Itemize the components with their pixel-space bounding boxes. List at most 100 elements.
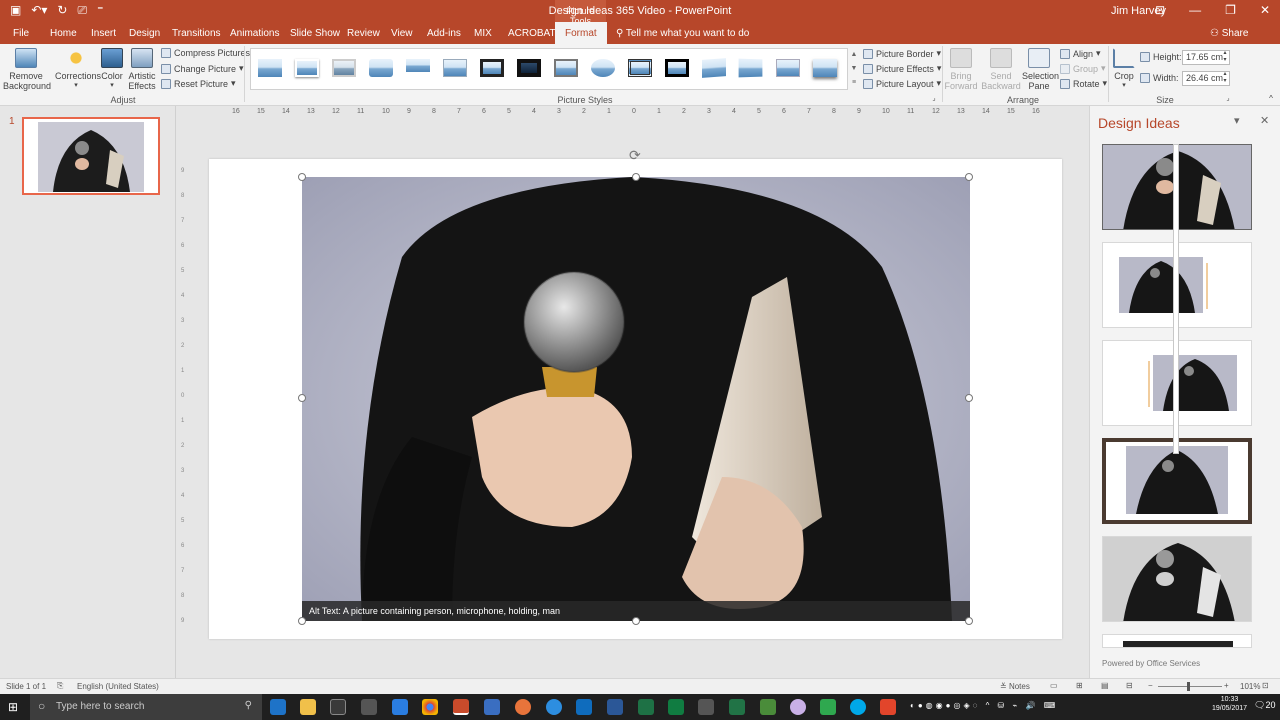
gallery-scroll[interactable]: ▲ ▼ ≡ <box>849 48 859 90</box>
share-button[interactable]: ⚇ Share <box>1210 28 1248 39</box>
more-styles-icon[interactable]: ≡ <box>849 76 859 90</box>
slide-show-view-icon[interactable]: ⊟ <box>1126 681 1133 690</box>
tab-transitions[interactable]: Transitions <box>172 28 221 39</box>
resize-handle-bottom[interactable] <box>632 617 640 625</box>
action-center-icon[interactable]: 🗨20 <box>1254 700 1275 711</box>
app-icon-3[interactable] <box>546 699 562 715</box>
resize-handle-bottom-right[interactable] <box>965 617 973 625</box>
picture-border-button[interactable]: Picture Border ▾ <box>863 48 941 59</box>
customize-qat-icon[interactable]: ⁼ <box>97 3 103 18</box>
send-backward-button[interactable]: Send Backward <box>980 48 1022 91</box>
design-pane-scrollbar[interactable] <box>1173 138 1179 644</box>
remove-background-button[interactable]: Remove Background <box>3 48 51 91</box>
picture-style-16[interactable] <box>810 56 840 80</box>
start-from-beginning-icon[interactable]: ⎚ <box>77 3 87 18</box>
change-picture-button[interactable]: Change Picture ▾ <box>161 63 244 74</box>
picture-style-6[interactable] <box>440 56 470 80</box>
fit-to-window-icon[interactable]: ⊡ <box>1262 681 1269 690</box>
clock[interactable]: 10:33 19/05/2017 <box>1212 695 1247 713</box>
chrome-icon[interactable] <box>422 699 438 715</box>
tab-view[interactable]: View <box>391 28 413 39</box>
file-explorer-icon[interactable] <box>300 699 316 715</box>
zoom-level[interactable]: 101% <box>1240 682 1260 691</box>
picture-style-15[interactable] <box>773 56 803 80</box>
width-spinner[interactable]: ▴ ▾ <box>1222 71 1228 85</box>
normal-view-icon[interactable]: ▭ <box>1050 681 1058 690</box>
size-launcher-icon[interactable]: ⌟ <box>1224 94 1232 104</box>
zoom-in-icon[interactable]: + <box>1224 681 1229 690</box>
compress-pictures-button[interactable]: Compress Pictures <box>161 48 250 58</box>
camtasia-icon[interactable] <box>820 699 836 715</box>
app-icon-6[interactable] <box>790 699 806 715</box>
artistic-effects-button[interactable]: Artistic Effects <box>126 48 158 91</box>
tab-format[interactable]: Format <box>555 22 607 44</box>
slide-picture[interactable] <box>302 177 970 621</box>
picture-style-7[interactable] <box>477 56 507 80</box>
tab-animations[interactable]: Animations <box>230 28 279 39</box>
project-icon[interactable] <box>668 699 684 715</box>
picture-style-8[interactable] <box>514 56 544 80</box>
skype-icon[interactable] <box>850 699 866 715</box>
media-icon[interactable] <box>361 699 377 715</box>
picture-style-3[interactable] <box>329 56 359 80</box>
picture-style-11[interactable] <box>625 56 655 80</box>
picture-style-4[interactable] <box>366 56 396 80</box>
tab-home[interactable]: Home <box>50 28 77 39</box>
word-icon[interactable] <box>607 699 623 715</box>
dropbox-icon[interactable] <box>392 699 408 715</box>
tab-file[interactable]: File <box>13 28 29 39</box>
app-icon-2[interactable] <box>515 699 531 715</box>
ribbon-display-options-icon[interactable]: ⊡ <box>1155 3 1165 17</box>
picture-style-10[interactable] <box>588 56 618 80</box>
picture-style-12[interactable] <box>662 56 692 80</box>
height-spinner[interactable]: ▴ ▾ <box>1222 50 1228 64</box>
windows-start-icon[interactable]: ⊞ <box>8 700 18 714</box>
powerpoint-icon[interactable] <box>453 699 469 715</box>
bring-forward-button[interactable]: Bring Forward <box>944 48 978 91</box>
collapse-ribbon-icon[interactable]: ^ <box>1266 94 1276 104</box>
resize-handle-top[interactable] <box>632 173 640 181</box>
selection-pane-button[interactable]: Selection Pane <box>1022 48 1059 91</box>
resize-handle-top-left[interactable] <box>298 173 306 181</box>
app-icon-5[interactable] <box>760 699 776 715</box>
rotate-handle-icon[interactable]: ⟳ <box>629 147 641 164</box>
restore-icon[interactable]: ❐ <box>1225 3 1236 17</box>
close-icon[interactable]: ✕ <box>1260 3 1270 17</box>
tab-insert[interactable]: Insert <box>91 28 116 39</box>
resize-handle-left[interactable] <box>298 394 306 402</box>
picture-style-13[interactable] <box>699 56 729 80</box>
format-picture-launcher-icon[interactable]: ⌟ <box>930 94 938 104</box>
group-button[interactable]: Group ▾ <box>1060 63 1106 74</box>
picture-effects-button[interactable]: Picture Effects ▾ <box>863 63 941 74</box>
color-button[interactable]: Color ▾ <box>100 48 124 91</box>
tab-add-ins[interactable]: Add-ins <box>427 28 461 39</box>
pane-options-icon[interactable]: ▾ <box>1234 114 1240 127</box>
scroll-down-icon[interactable]: ▼ <box>849 62 859 76</box>
notes-button[interactable]: ≚ Notes <box>1000 682 1030 691</box>
tab-slide-show[interactable]: Slide Show <box>290 28 340 39</box>
tab-design[interactable]: Design <box>129 28 160 39</box>
reset-picture-button[interactable]: Reset Picture ▾ <box>161 78 236 89</box>
taskbar-search-box[interactable]: ○ Type here to search ⚲ <box>30 694 262 720</box>
redo-icon[interactable]: ↻ <box>57 3 67 18</box>
picture-style-1[interactable] <box>255 56 285 80</box>
edge-icon[interactable] <box>270 699 286 715</box>
scroll-up-icon[interactable]: ▲ <box>849 48 859 62</box>
picture-style-5[interactable] <box>403 56 433 80</box>
outlook-icon[interactable] <box>576 699 592 715</box>
picture-style-2[interactable] <box>292 56 322 80</box>
save-icon[interactable]: ▣ <box>10 3 21 18</box>
resize-handle-right[interactable] <box>965 394 973 402</box>
picture-layout-button[interactable]: Picture Layout ▾ <box>863 78 941 89</box>
zoom-slider-thumb[interactable] <box>1187 682 1190 691</box>
picture-style-9[interactable] <box>551 56 581 80</box>
tab-acrobat[interactable]: ACROBAT <box>508 28 556 39</box>
system-tray-icons[interactable]: ◐●◍◉●◎◈◌ ^ ⛁ ⌁ 🔊 ⌨ <box>910 701 1058 710</box>
app-icon-7[interactable] <box>880 699 896 715</box>
store-icon[interactable] <box>330 699 346 715</box>
tab-review[interactable]: Review <box>347 28 380 39</box>
publisher-icon[interactable] <box>638 699 654 715</box>
spell-check-icon[interactable]: ⎘ <box>57 681 63 691</box>
picture-style-14[interactable] <box>736 56 766 80</box>
language-status[interactable]: English (United States) <box>77 682 159 691</box>
